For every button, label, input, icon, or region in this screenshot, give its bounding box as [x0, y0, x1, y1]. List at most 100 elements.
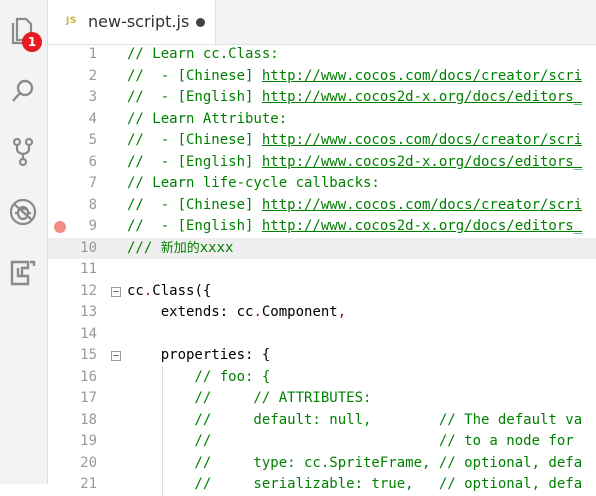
code-text: // serializable: true, // optional, defa: [127, 474, 582, 496]
code-token: // Learn Attribute:: [127, 110, 288, 127]
code-text: // - [English] http://www.cocos2d-x.org/…: [127, 152, 582, 174]
code-text: /// 新加的xxxx: [127, 238, 233, 260]
code-text: // - [Chinese] http://www.cocos.com/docs…: [127, 195, 582, 217]
code-token: // default: null, // The default va: [127, 411, 583, 428]
code-line[interactable]: 13 extends: cc.Component,: [48, 302, 596, 324]
code-line[interactable]: 16 // foo: {: [48, 367, 596, 389]
code-token: properties: {: [127, 347, 271, 363]
code-line[interactable]: 14: [48, 324, 596, 346]
line-number: 19: [80, 433, 97, 449]
tab-new-script-js[interactable]: JS new-script.js: [48, 0, 216, 44]
code-line[interactable]: 7 // Learn life-cycle callbacks:: [48, 173, 596, 195]
line-number: 4: [88, 110, 97, 127]
code-text: extends: cc.Component,: [127, 302, 346, 324]
code-line[interactable]: 21 // serializable: true, // optional, d…: [48, 474, 596, 496]
line-number: 7: [88, 175, 97, 191]
code-line[interactable]: 2 // - [Chinese] http://www.cocos.com/doc…: [48, 66, 596, 88]
code-line[interactable]: 8 // - [Chinese] http://www.cocos.com/doc…: [48, 195, 596, 217]
code-line[interactable]: 3 // - [English] http://www.cocos2d-x.org…: [48, 87, 596, 109]
line-number: 13: [80, 304, 97, 320]
line-number: 20: [80, 454, 97, 471]
code-link[interactable]: http://www.cocos2d-x.org/docs/editors_: [262, 154, 582, 170]
activity-bar: 1: [0, 0, 48, 484]
code-token: ///: [127, 239, 161, 256]
code-link[interactable]: http://www.cocos.com/docs/creator/scri: [262, 132, 582, 148]
line-number: 17: [80, 390, 97, 406]
code-text: // // to a node for: [127, 431, 574, 453]
code-line[interactable]: 11: [48, 259, 596, 281]
code-token: extends: cc: [127, 304, 254, 320]
code-line[interactable]: 15 properties: {: [48, 345, 596, 367]
code-token: // - [English]: [127, 153, 262, 170]
line-number: 2: [88, 67, 97, 84]
code-line[interactable]: 4 // Learn Attribute:: [48, 109, 596, 131]
code-token: // - [English]: [127, 89, 262, 105]
line-number: 9: [88, 218, 97, 234]
js-file-icon: JS: [66, 16, 77, 26]
code-link[interactable]: http://www.cocos2d-x.org/docs/editors_: [262, 218, 582, 234]
code-text: // Learn Attribute:: [127, 109, 287, 131]
line-number: 6: [88, 153, 97, 170]
code-token: // foo: {: [127, 368, 271, 385]
explorer-badge: 1: [22, 32, 42, 52]
code-line[interactable]: 17 // // ATTRIBUTES:: [48, 388, 596, 410]
code-token: // - [Chinese]: [127, 196, 262, 213]
code-token: // type: cc.SpriteFrame, // optional, de…: [127, 454, 583, 471]
code-token: // serializable: true, // optional, defa: [127, 476, 583, 492]
code-text: cc.Class({: [127, 281, 211, 303]
code-token: // - [Chinese]: [127, 67, 262, 84]
code-text: // Learn cc.Class:: [127, 44, 279, 66]
code-token: Component: [261, 304, 338, 320]
code-text: // - [English] http://www.cocos2d-x.org/…: [127, 216, 582, 238]
extensions-button[interactable]: [5, 252, 41, 292]
line-number: 3: [88, 89, 97, 105]
code-token: // - [Chinese]: [127, 132, 262, 148]
unsaved-indicator-icon[interactable]: [196, 18, 205, 27]
code-text: // Learn life-cycle callbacks:: [127, 173, 380, 195]
code-line[interactable]: 20 // type: cc.SpriteFrame, // optional,…: [48, 453, 596, 475]
code-token: // Learn cc.Class:: [127, 46, 279, 62]
line-number: 15: [80, 347, 97, 363]
line-number: 10: [80, 239, 97, 256]
code-line[interactable]: 19 // // to a node for: [48, 431, 596, 453]
code-editor[interactable]: 1 // Learn cc.Class: 2 // - [Chinese] http:…: [48, 44, 596, 496]
code-link[interactable]: http://www.cocos2d-x.org/docs/editors_: [262, 89, 582, 105]
code-text: properties: {: [127, 345, 271, 367]
code-line[interactable]: 5 // - [Chinese] http://www.cocos.com/doc…: [48, 130, 596, 152]
code-token: // Learn life-cycle callbacks:: [127, 175, 380, 191]
line-number: 5: [88, 132, 97, 148]
tab-title: new-script.js: [88, 12, 190, 31]
code-text: // - [Chinese] http://www.cocos.com/docs…: [127, 130, 582, 152]
code-token: cc: [127, 282, 144, 299]
code-token: .: [253, 304, 262, 320]
code-text: // - [English] http://www.cocos2d-x.org/…: [127, 87, 582, 109]
code-line[interactable]: 12 cc.Class({: [48, 281, 596, 303]
line-number: 14: [80, 325, 97, 342]
code-line[interactable]: 6 // - [English] http://www.cocos2d-x.org…: [48, 152, 596, 174]
code-link[interactable]: http://www.cocos.com/docs/creator/scri: [262, 197, 582, 213]
search-button[interactable]: [5, 72, 41, 112]
code-token: // // to a node for: [127, 433, 574, 449]
code-line[interactable]: 1 // Learn cc.Class:: [48, 44, 596, 66]
debug-button[interactable]: [5, 192, 41, 232]
line-number: 8: [88, 196, 97, 213]
line-number: 18: [80, 411, 97, 428]
code-token: // - [English]: [127, 218, 262, 234]
explorer-button[interactable]: 1: [5, 10, 42, 52]
code-token: ,: [337, 304, 347, 320]
code-line[interactable]: 9 // - [English] http://www.cocos2d-x.org…: [48, 216, 596, 238]
fold-toggle-icon[interactable]: [111, 286, 121, 297]
code-text: // foo: {: [127, 367, 270, 389]
source-control-button[interactable]: [5, 132, 41, 172]
line-number: 16: [80, 368, 97, 385]
code-token: Class({: [152, 282, 212, 299]
indent-guide: [162, 366, 163, 496]
code-line[interactable]: 10 /// 新加的xxxx: [48, 237, 596, 260]
code-token: // // ATTRIBUTES:: [127, 390, 372, 406]
editor-tab-strip: JS new-script.js: [48, 0, 596, 45]
line-number: 11: [80, 261, 97, 277]
line-number: 1: [88, 46, 97, 62]
code-line[interactable]: 18 // default: null, // The default va: [48, 410, 596, 432]
code-link[interactable]: http://www.cocos.com/docs/creator/scri: [262, 68, 582, 84]
fold-toggle-icon[interactable]: [111, 351, 121, 361]
